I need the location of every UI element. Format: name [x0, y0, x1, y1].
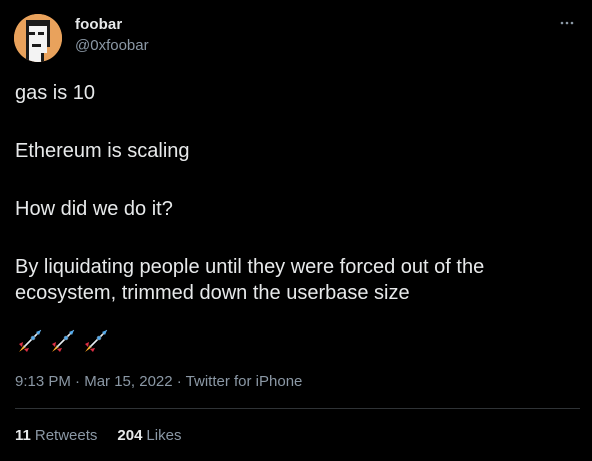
retweets-label: Retweets — [34, 427, 98, 444]
tweet-paragraph: Ethereum is scaling — [15, 140, 190, 162]
tweet-source-link[interactable]: Twitter for iPhone — [186, 373, 303, 390]
author-name[interactable]: foobar — [75, 16, 122, 33]
rocket-icon — [15, 328, 43, 356]
tweet-paragraph: By liquidating people until they were fo… — [15, 256, 485, 304]
tweet-text: gas is 10 Ethereum is scaling How did we… — [15, 80, 575, 306]
meta-separator: · — [70, 373, 85, 390]
tweet-stats: 11 Retweets 204 Likes — [15, 427, 181, 444]
retweets-stat[interactable]: 11 Retweets — [15, 427, 97, 444]
likes-label: Likes — [146, 427, 182, 444]
rocket-icon — [48, 328, 76, 356]
tweet-paragraph: How did we do it? — [15, 198, 173, 220]
more-options-button[interactable] — [556, 14, 578, 32]
retweets-count: 11 — [15, 427, 31, 444]
tweet-time-link[interactable]: 9:13 PM · Mar 15, 2022 — [15, 373, 173, 390]
tweet-meta: 9:13 PM · Mar 15, 2022 · Twitter for iPh… — [15, 373, 302, 390]
avatar[interactable] — [14, 14, 62, 62]
meta-separator: · — [172, 373, 186, 390]
more-horizontal-icon — [560, 21, 574, 25]
emoji-row — [15, 328, 109, 358]
pixel-punk-avatar-icon — [14, 14, 62, 62]
likes-count: 204 — [117, 427, 143, 444]
rocket-icon — [81, 328, 109, 356]
tweet-date: Mar 15, 2022 — [84, 373, 173, 390]
divider — [15, 408, 580, 409]
tweet-paragraph: gas is 10 — [15, 82, 96, 104]
tweet-time: 9:13 PM — [15, 373, 71, 390]
tweet-card: foobar @0xfoobar gas is 10 Ethereum is s… — [0, 0, 592, 461]
author-handle[interactable]: @0xfoobar — [75, 37, 149, 54]
likes-stat[interactable]: 204 Likes — [117, 427, 181, 444]
